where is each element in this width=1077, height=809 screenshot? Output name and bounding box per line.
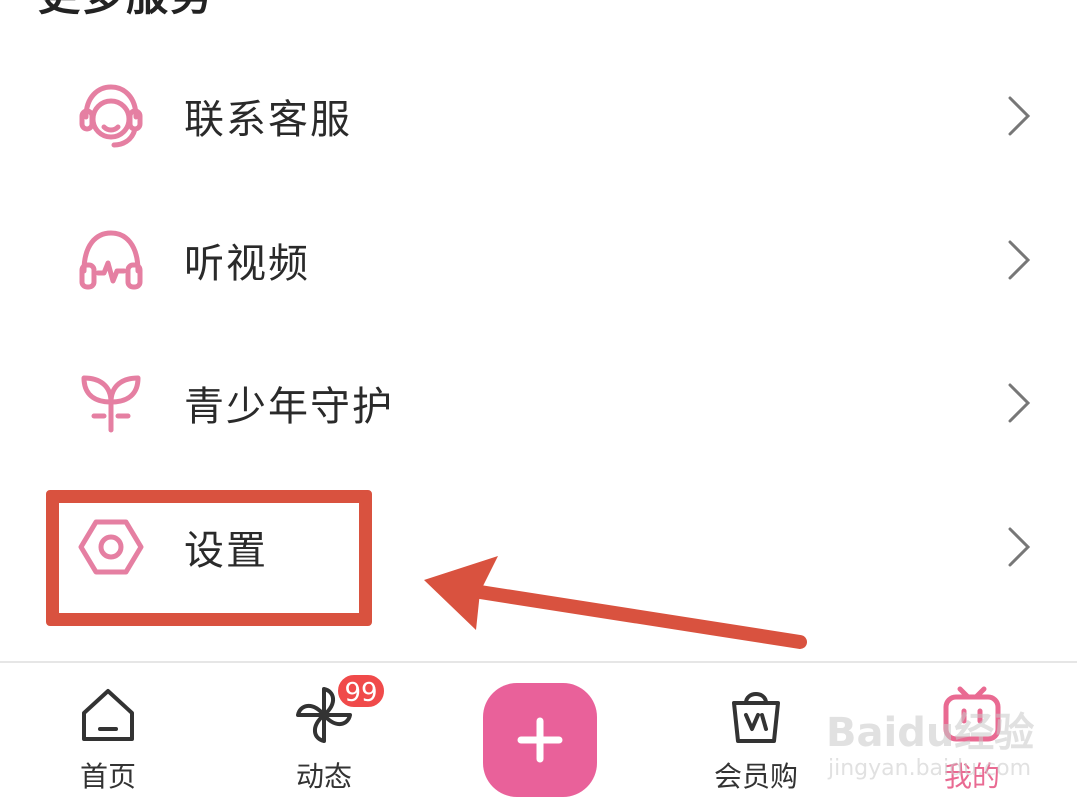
chevron-right-icon [1004, 238, 1034, 282]
menu-item-label: 青少年守护 [184, 384, 394, 430]
tab-label: 首页 [79, 760, 136, 793]
publish-button[interactable] [483, 683, 597, 797]
menu-item-customer-service[interactable]: 联系客服 [0, 46, 1077, 186]
menu-item-listen-video[interactable]: 听视频 [0, 190, 1077, 330]
tab-dynamic[interactable]: 99 动态 [244, 663, 404, 809]
menu-item-label: 联系客服 [184, 97, 352, 143]
headphones-icon [76, 225, 146, 295]
tab-mine[interactable]: 我的 [892, 663, 1052, 809]
plus-icon [517, 717, 563, 763]
home-icon [76, 683, 140, 747]
menu-item-label: 听视频 [184, 241, 310, 287]
menu-item-teen-protection[interactable]: 青少年守护 [0, 333, 1077, 473]
menu-item-settings[interactable]: 设置 [0, 477, 1077, 617]
notification-badge: 99 [336, 673, 386, 709]
shopping-bag-icon [724, 683, 788, 747]
tv-icon [940, 683, 1004, 747]
chevron-right-icon [1004, 94, 1034, 138]
headset-icon [76, 81, 146, 151]
chevron-right-icon [1004, 381, 1034, 425]
tab-label: 会员购 [713, 760, 798, 793]
sprout-icon [76, 368, 146, 438]
tab-label: 动态 [295, 760, 352, 793]
tab-home[interactable]: 首页 [28, 663, 188, 809]
section-title: 更多服务 [38, 0, 214, 23]
gear-icon [76, 512, 146, 582]
tab-vip-shop[interactable]: 会员购 [676, 663, 836, 809]
menu-item-label: 设置 [184, 528, 268, 574]
tab-label: 我的 [943, 760, 1000, 793]
chevron-right-icon [1004, 525, 1034, 569]
bottom-tab-bar: 首页 99 动态 会员购 我的 [0, 661, 1077, 809]
